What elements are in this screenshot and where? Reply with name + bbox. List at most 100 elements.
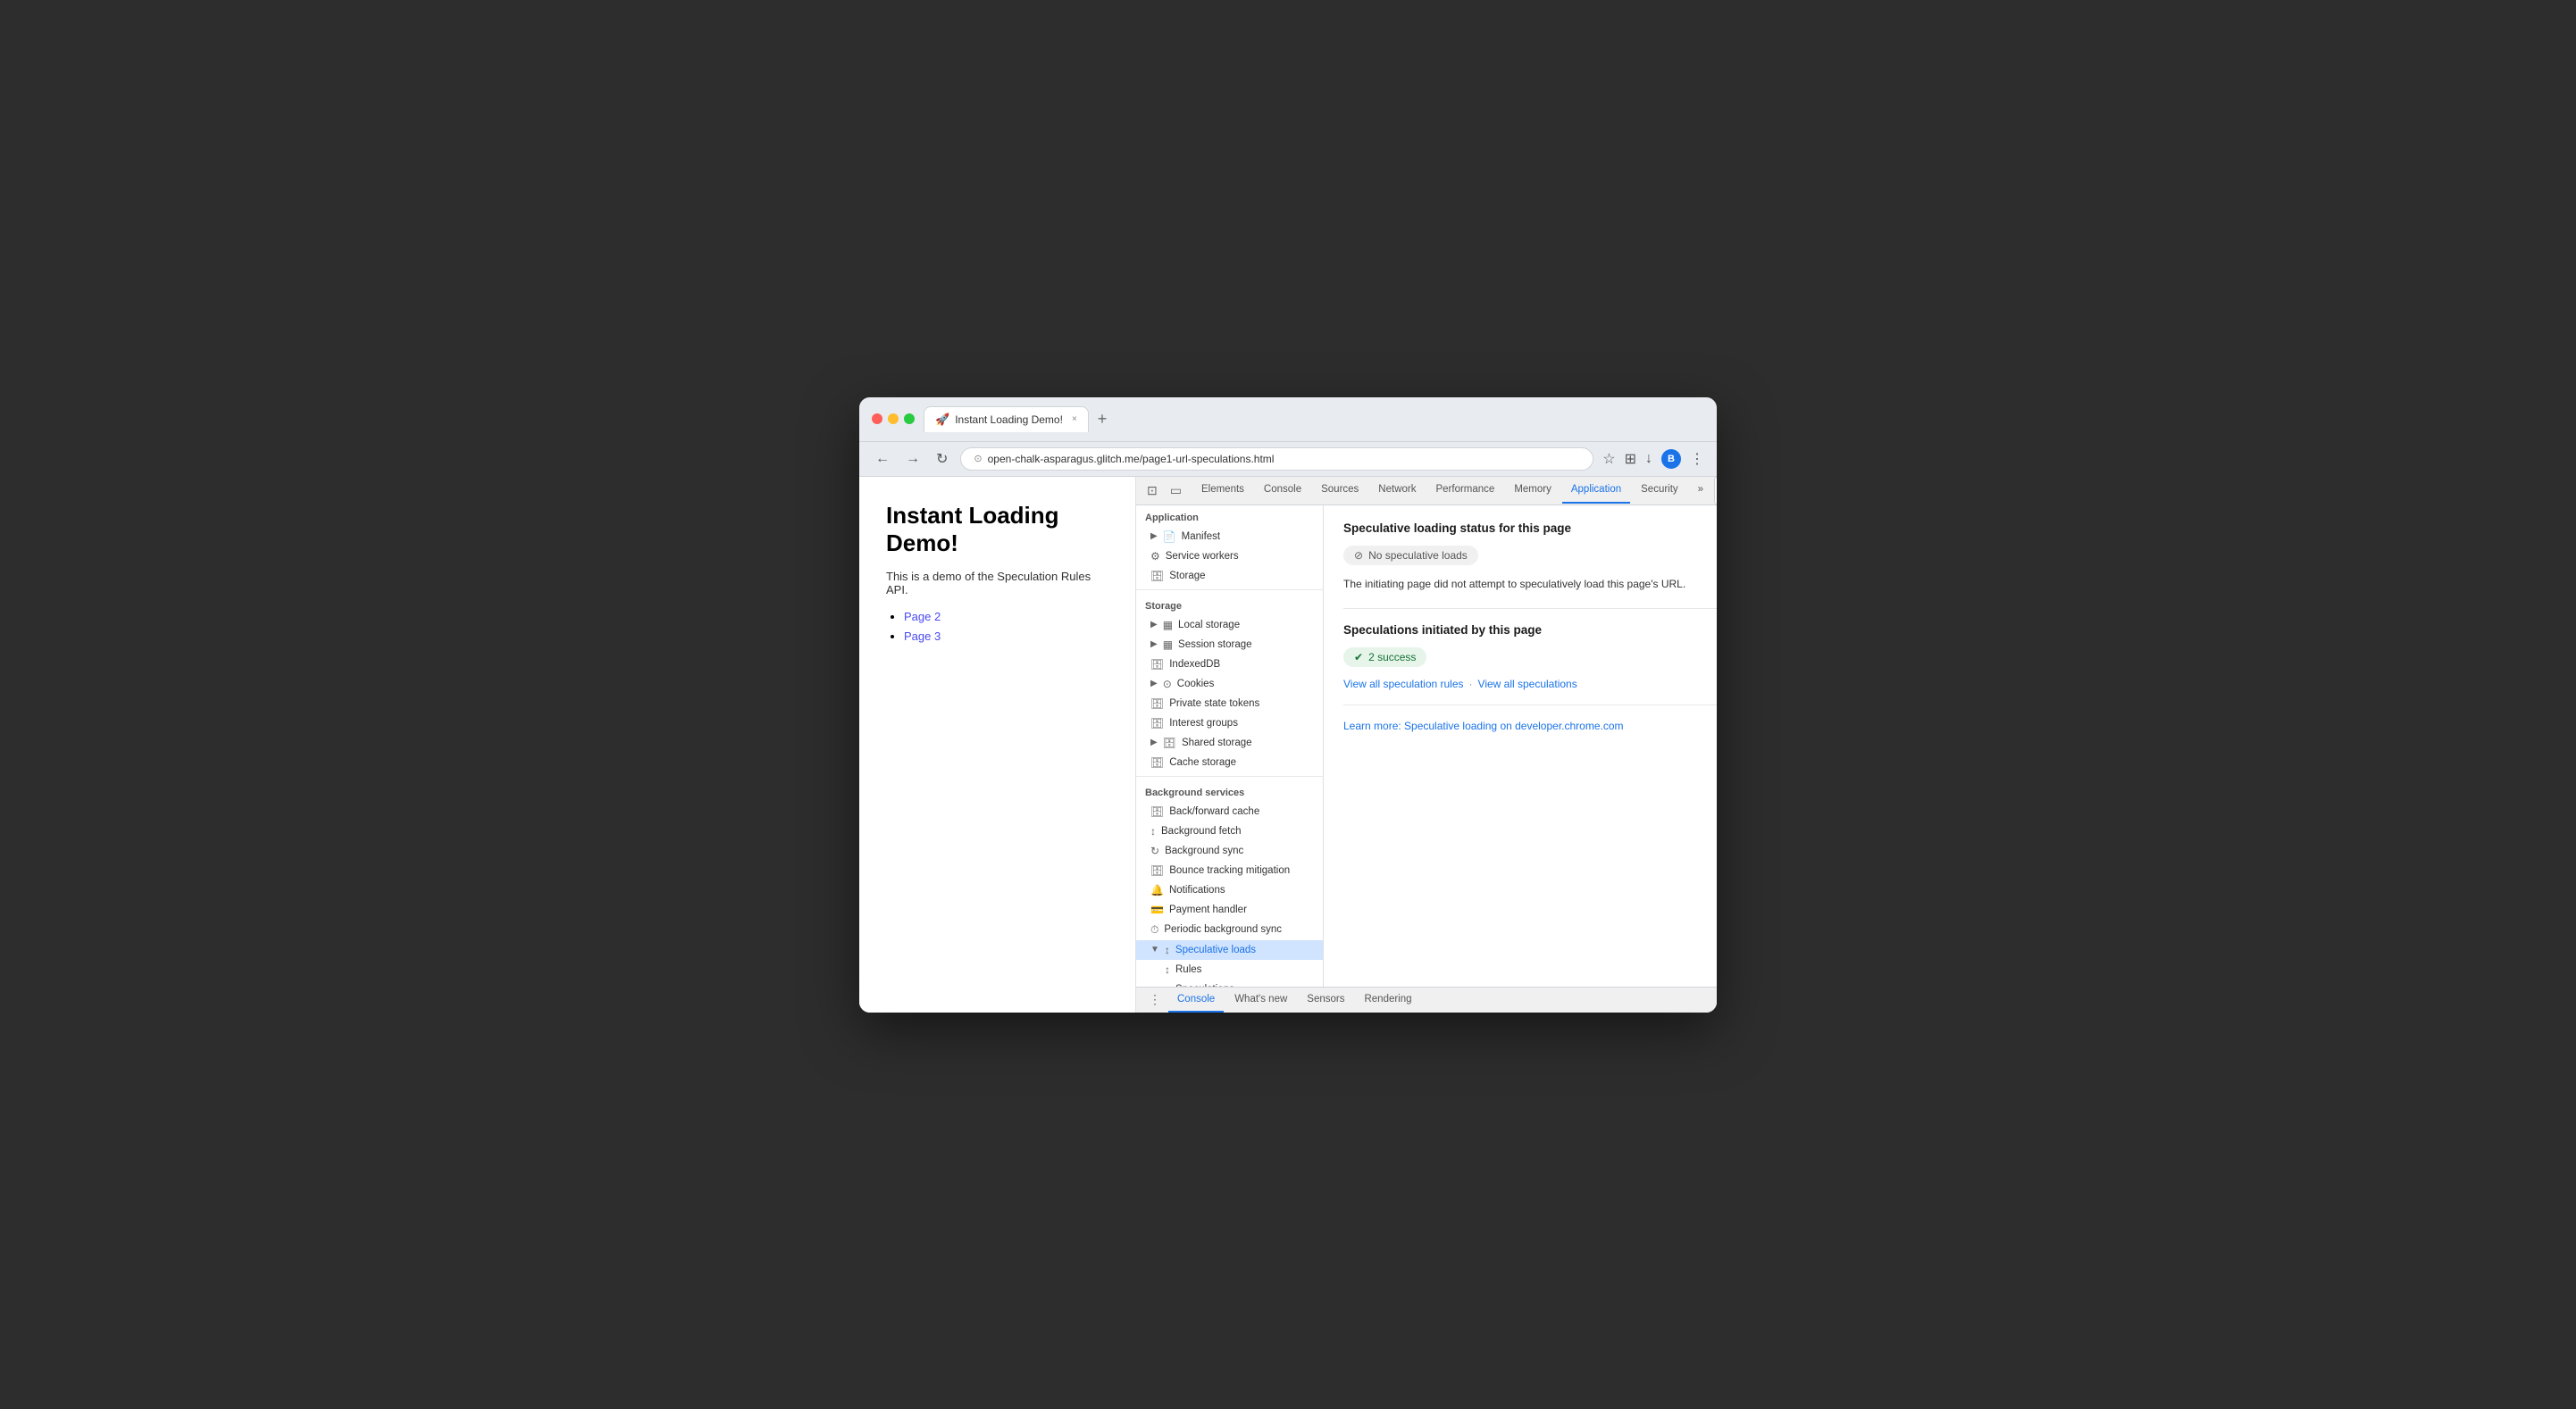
private-state-tokens-label: Private state tokens xyxy=(1169,698,1259,709)
tab-whats-new[interactable]: What's new xyxy=(1225,988,1296,1013)
device-toolbar-icon[interactable]: ▭ xyxy=(1167,479,1185,502)
bfcache-label: Back/forward cache xyxy=(1169,806,1259,817)
tab-title: Instant Loading Demo! xyxy=(955,413,1063,426)
tab-network[interactable]: Network xyxy=(1369,477,1425,504)
title-bar: 🚀 Instant Loading Demo! × + xyxy=(859,397,1717,442)
address-text: open-chalk-asparagus.glitch.me/page1-url… xyxy=(988,453,1581,465)
devtools-bottom-bar: ⋮ Console What's new Sensors Rendering ✕ xyxy=(1136,987,1717,1013)
private-state-tokens-icon: 🗄 xyxy=(1150,697,1164,710)
sidebar-item-cache-storage[interactable]: 🗄 Cache storage xyxy=(1136,753,1323,772)
download-icon[interactable]: ↓ xyxy=(1645,451,1652,467)
minimize-button[interactable] xyxy=(888,413,899,424)
tab-application[interactable]: Application xyxy=(1562,477,1630,504)
sidebar-item-cookies[interactable]: ▶ ⊙ Cookies xyxy=(1136,674,1323,694)
manifest-label: Manifest xyxy=(1182,531,1220,542)
rules-icon: ↕ xyxy=(1165,963,1170,976)
bg-services-section-label: Background services xyxy=(1136,780,1323,802)
link-separator: · xyxy=(1469,678,1473,690)
sidebar-item-local-storage[interactable]: ▶ ▦ Local storage xyxy=(1136,615,1323,635)
sidebar-item-storage[interactable]: 🗄 Storage xyxy=(1136,566,1323,586)
reload-button[interactable]: ↻ xyxy=(933,448,951,470)
cache-storage-label: Cache storage xyxy=(1169,757,1236,768)
no-loads-badge: ⊘ No speculative loads xyxy=(1343,546,1478,565)
session-storage-arrow-icon: ▶ xyxy=(1150,639,1158,649)
tab-rendering[interactable]: Rendering xyxy=(1355,988,1420,1013)
new-tab-button[interactable]: + xyxy=(1092,410,1113,429)
tab-performance[interactable]: Performance xyxy=(1426,477,1503,504)
bounce-tracking-icon: 🗄 xyxy=(1150,864,1164,877)
more-menu-icon[interactable]: ⋮ xyxy=(1690,450,1704,468)
sidebar-item-service-workers[interactable]: ⚙ Service workers xyxy=(1136,546,1323,566)
bookmark-icon[interactable]: ☆ xyxy=(1602,450,1615,468)
tab-sensors[interactable]: Sensors xyxy=(1298,988,1353,1013)
forward-button[interactable]: → xyxy=(902,449,924,469)
sidebar-item-manifest[interactable]: ▶ 📄 Manifest xyxy=(1136,527,1323,546)
devtools-body: Application ▶ 📄 Manifest ⚙ Service worke… xyxy=(1136,505,1717,987)
sidebar-item-private-state-tokens[interactable]: 🗄 Private state tokens xyxy=(1136,694,1323,713)
manifest-icon: 📄 xyxy=(1163,530,1176,543)
tab-console[interactable]: Console xyxy=(1255,477,1310,504)
no-loads-text: No speculative loads xyxy=(1368,549,1468,562)
sidebar-item-speculations[interactable]: ↕ Speculations xyxy=(1136,980,1323,987)
tab-close-icon[interactable]: × xyxy=(1072,414,1077,424)
tab-security[interactable]: Security xyxy=(1632,477,1687,504)
bottom-menu-icon[interactable]: ⋮ xyxy=(1143,988,1167,1011)
sidebar-item-speculative-loads[interactable]: ▼ ↕ Speculative loads xyxy=(1136,940,1323,960)
devtools-panel: ⊡ ▭ Elements Console Sources Network Per… xyxy=(1136,477,1717,1013)
sidebar-item-rules[interactable]: ↕ Rules xyxy=(1136,960,1323,980)
sidebar-item-notifications[interactable]: 🔔 Notifications xyxy=(1136,880,1323,900)
devtools-left-icons: ⊡ ▭ xyxy=(1143,479,1185,502)
close-button[interactable] xyxy=(872,413,882,424)
tab-memory[interactable]: Memory xyxy=(1505,477,1560,504)
back-button[interactable]: ← xyxy=(872,449,893,469)
avatar[interactable]: B xyxy=(1661,449,1681,469)
context-selector[interactable]: Main ▾ xyxy=(1714,477,1717,504)
address-input[interactable]: ⊙ open-chalk-asparagus.glitch.me/page1-u… xyxy=(960,447,1593,471)
tab-console-bottom[interactable]: Console xyxy=(1168,988,1224,1013)
tab-sources[interactable]: Sources xyxy=(1312,477,1367,504)
page2-link[interactable]: Page 2 xyxy=(904,610,941,623)
page3-link[interactable]: Page 3 xyxy=(904,629,941,643)
sidebar-item-shared-storage[interactable]: ▶ 🗄 Shared storage xyxy=(1136,733,1323,753)
sidebar-item-session-storage[interactable]: ▶ ▦ Session storage xyxy=(1136,635,1323,654)
view-rules-link[interactable]: View all speculation rules xyxy=(1343,678,1464,690)
service-workers-label: Service workers xyxy=(1166,551,1239,562)
extensions-icon[interactable]: ⊞ xyxy=(1625,450,1636,468)
sidebar-item-bfcache[interactable]: 🗄 Back/forward cache xyxy=(1136,802,1323,821)
periodic-bg-sync-icon: ⏱ xyxy=(1150,923,1158,937)
interest-groups-icon: 🗄 xyxy=(1150,717,1164,730)
tab-elements[interactable]: Elements xyxy=(1192,477,1253,504)
storage-label: Storage xyxy=(1169,571,1205,581)
shared-storage-label: Shared storage xyxy=(1182,738,1252,748)
view-speculations-link[interactable]: View all speculations xyxy=(1478,678,1577,690)
address-bar: ← → ↻ ⊙ open-chalk-asparagus.glitch.me/p… xyxy=(859,442,1717,477)
local-storage-arrow-icon: ▶ xyxy=(1150,620,1158,629)
payment-handler-icon: 💳 xyxy=(1150,904,1164,916)
list-item: Page 3 xyxy=(904,629,1108,645)
tab-more[interactable]: » xyxy=(1689,477,1712,504)
sidebar-item-periodic-bg-sync[interactable]: ⏱ Periodic background sync xyxy=(1136,920,1323,940)
session-storage-icon: ▦ xyxy=(1163,638,1173,651)
interest-groups-label: Interest groups xyxy=(1169,718,1238,729)
maximize-button[interactable] xyxy=(904,413,915,424)
sidebar-item-bounce-tracking[interactable]: 🗄 Bounce tracking mitigation xyxy=(1136,861,1323,880)
sidebar-item-payment-handler[interactable]: 💳 Payment handler xyxy=(1136,900,1323,920)
sidebar-item-indexeddb[interactable]: 🗄 IndexedDB xyxy=(1136,654,1323,674)
bfcache-icon: 🗄 xyxy=(1150,805,1164,818)
sidebar-item-interest-groups[interactable]: 🗄 Interest groups xyxy=(1136,713,1323,733)
devtools-sidebar: Application ▶ 📄 Manifest ⚙ Service worke… xyxy=(1136,505,1324,987)
status-description: The initiating page did not attempt to s… xyxy=(1343,576,1717,592)
storage-icon: 🗄 xyxy=(1150,570,1164,582)
cookies-arrow-icon: ▶ xyxy=(1150,679,1158,688)
bg-fetch-icon: ↕ xyxy=(1150,825,1156,838)
sidebar-item-bg-fetch[interactable]: ↕ Background fetch xyxy=(1136,821,1323,841)
application-section-label: Application xyxy=(1136,505,1323,527)
learn-more-link[interactable]: Learn more: Speculative loading on devel… xyxy=(1343,720,1624,732)
browser-tab[interactable]: 🚀 Instant Loading Demo! × xyxy=(924,406,1089,432)
panel-divider-2 xyxy=(1343,704,1717,705)
sidebar-item-bg-sync[interactable]: ↻ Background sync xyxy=(1136,841,1323,861)
sidebar-divider-1 xyxy=(1136,589,1323,590)
browser-window: 🚀 Instant Loading Demo! × + ← → ↻ ⊙ open… xyxy=(859,397,1717,1013)
inspect-element-icon[interactable]: ⊡ xyxy=(1143,479,1161,502)
main-content: Instant Loading Demo! This is a demo of … xyxy=(859,477,1717,1013)
